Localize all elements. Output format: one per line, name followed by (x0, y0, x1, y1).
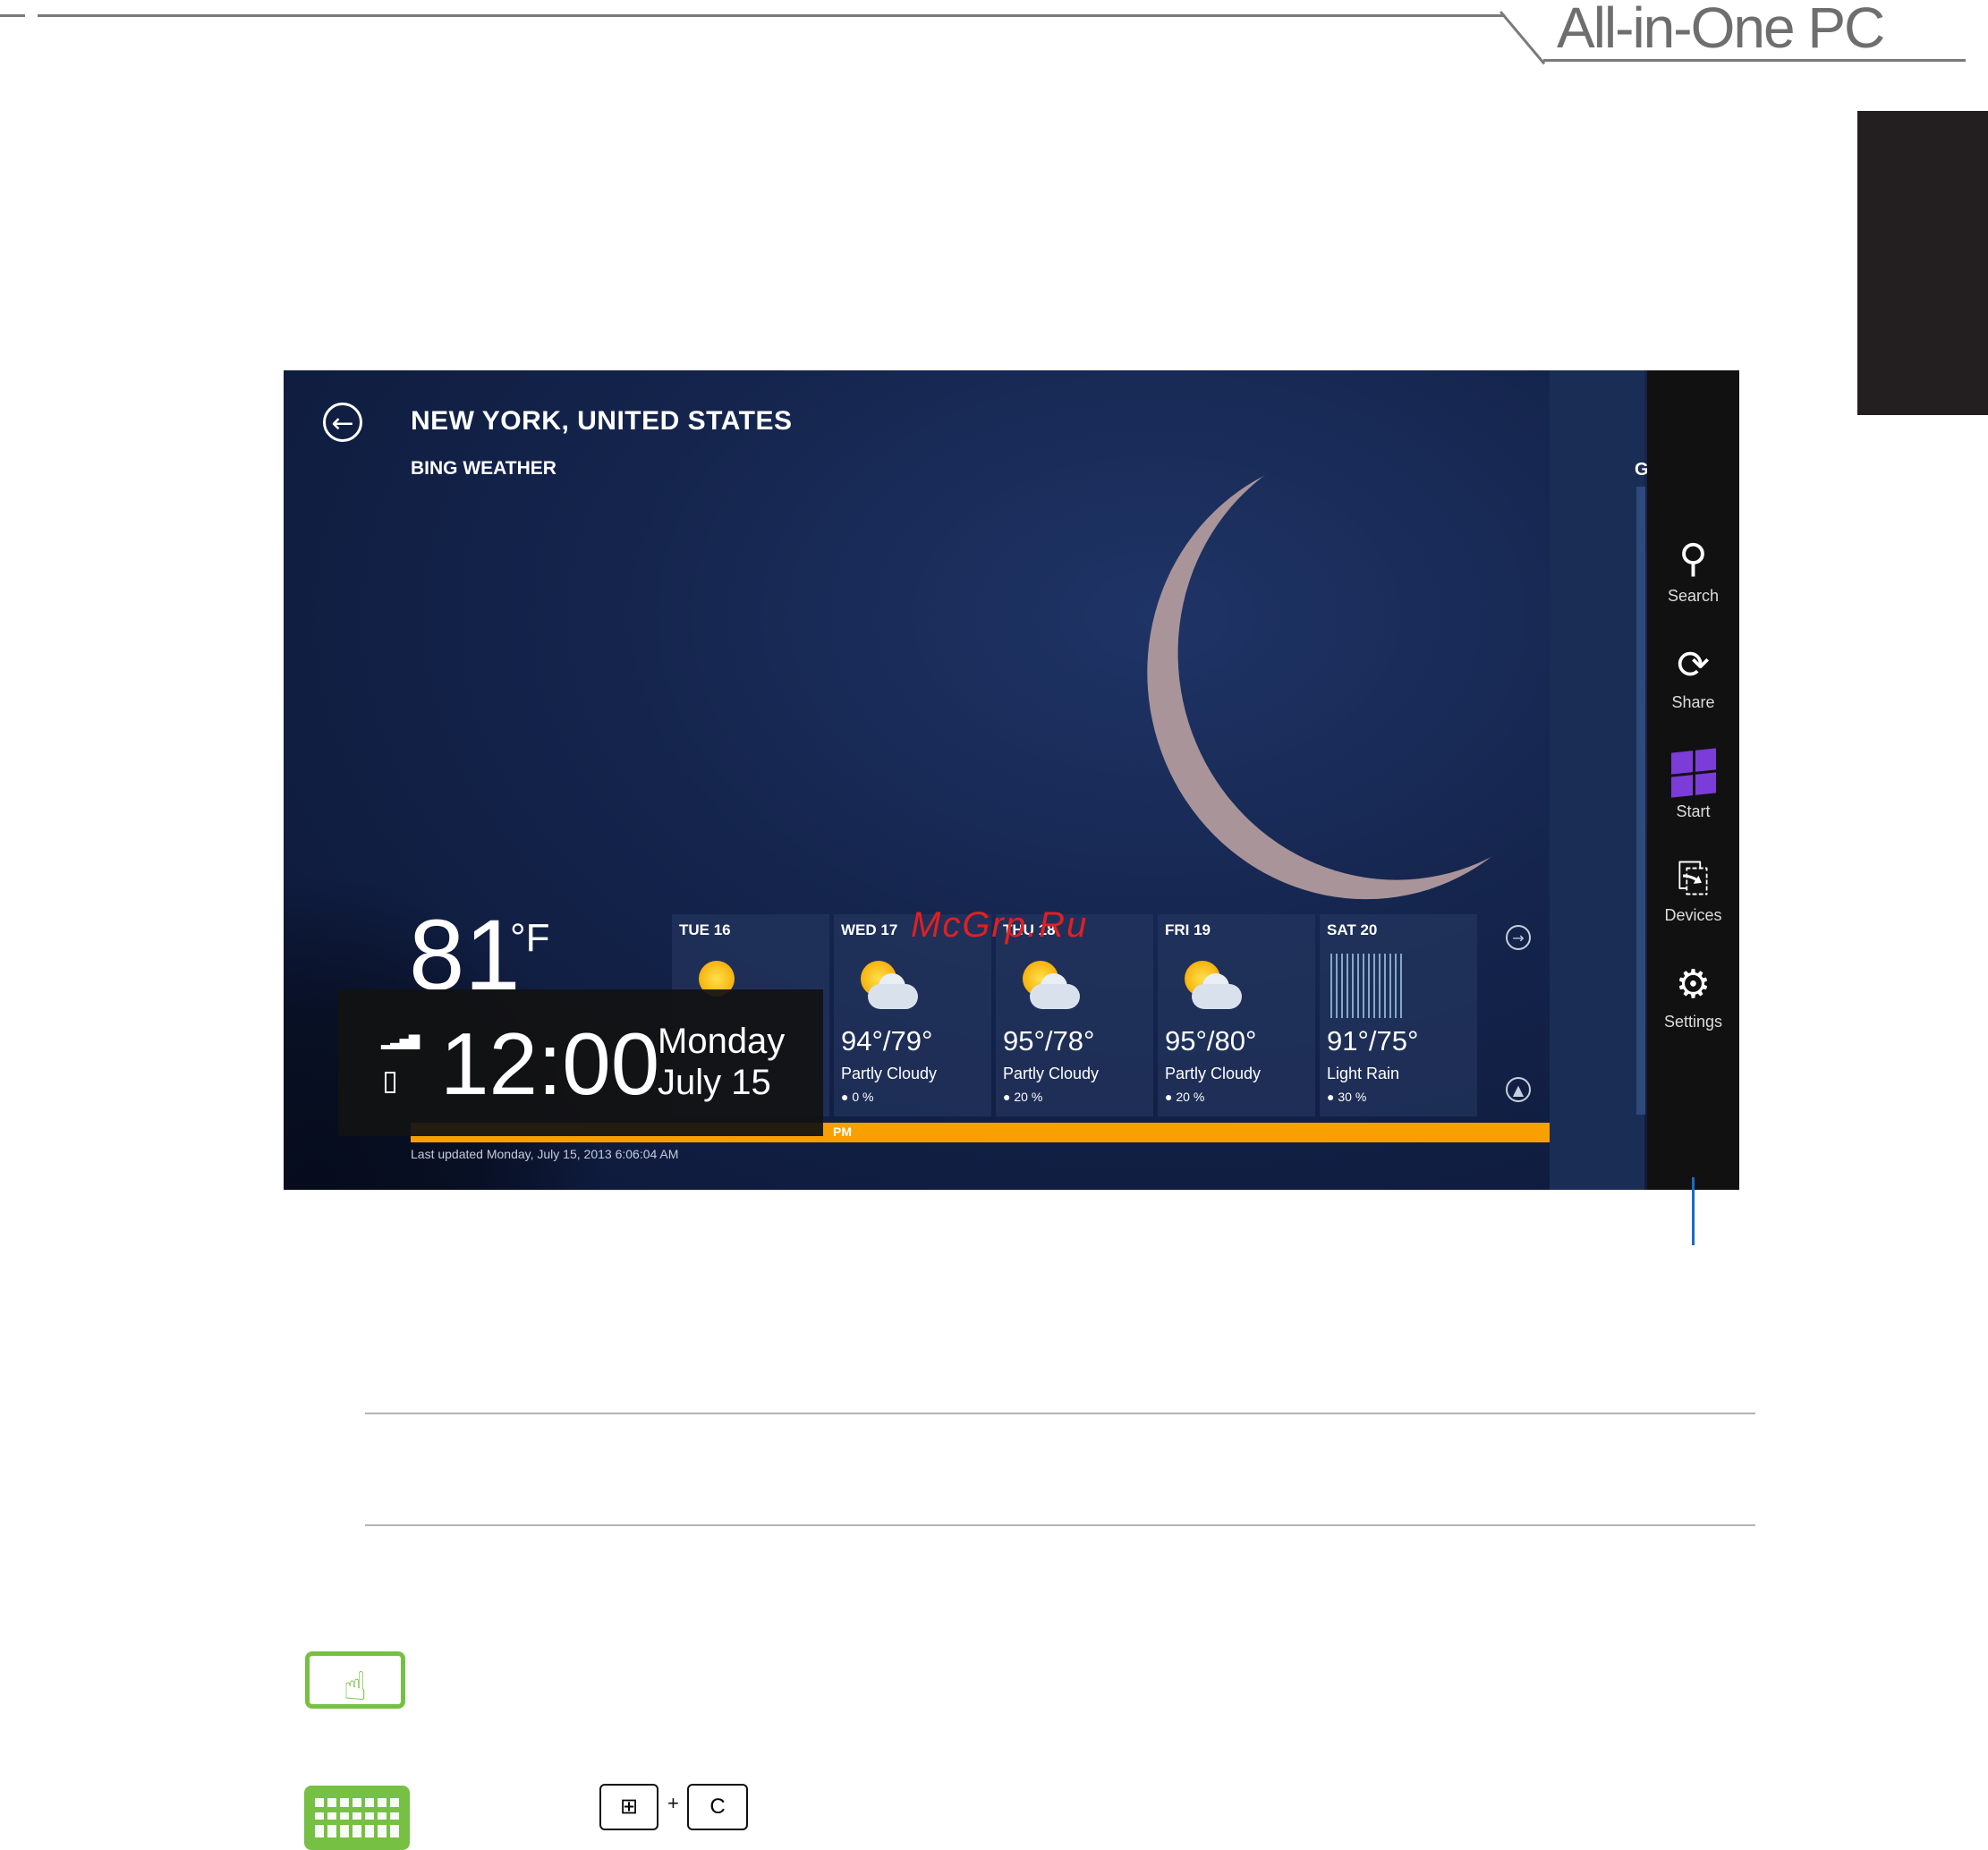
forecast-temps: 94°/79° (841, 1025, 933, 1057)
callout-line (1692, 1177, 1695, 1245)
forecast-condition: Partly Cloudy (841, 1065, 938, 1082)
back-arrow-icon[interactable]: ← (323, 403, 362, 442)
forecast-day-name: TUE 16 (679, 921, 731, 938)
charm-label: Start (1676, 802, 1711, 820)
charm-label: Devices (1664, 906, 1722, 924)
forecast-rain-chance: ● 30 % (1327, 1090, 1366, 1104)
forecast-rain-value: 20 % (1014, 1090, 1043, 1104)
key-plus: + (667, 1792, 679, 1814)
weather-app-screenshot: ← NEW YORK, UNITED STATES BING WEATHER 8… (284, 370, 1739, 1190)
forecast-condition: Partly Cloudy (1003, 1065, 1100, 1082)
clock-overlay: ▂▃▅▇ 12:00 Monday July 15 (338, 989, 823, 1136)
battery-icon (385, 1072, 395, 1093)
section-rule (365, 1413, 1755, 1414)
raindrop-icon: ● (841, 1090, 849, 1104)
clock-day: Monday (658, 1022, 786, 1061)
raindrop-icon: ● (1003, 1090, 1011, 1104)
header-rule-diagonal (1499, 11, 1546, 65)
touch-gesture-icon: ☝ (305, 1651, 405, 1710)
app-name: BING WEATHER (411, 458, 556, 479)
cloud-shape (1030, 984, 1080, 1009)
gear-icon: ⚙ (1675, 963, 1712, 1006)
signal-icon: ▂▃▅▇ (381, 1032, 420, 1049)
chapter-side-tab (1857, 111, 1988, 415)
expand-up-icon[interactable]: ▲ (1506, 1077, 1531, 1102)
forecast-temps: 95°/80° (1165, 1025, 1257, 1057)
watermark: McGrp.Ru (911, 905, 1089, 945)
charm-start[interactable]: Start (1647, 748, 1739, 821)
forecast-condition: Light Rain (1327, 1065, 1400, 1082)
cloud-shape (1192, 984, 1242, 1009)
charm-label: Settings (1663, 1013, 1723, 1031)
charm-label: Share (1671, 693, 1715, 711)
forecast-rain-value: 0 % (852, 1090, 874, 1104)
charm-share[interactable]: ⟳ Share (1647, 643, 1739, 712)
city-title: NEW YORK, UNITED STATES (411, 406, 793, 436)
manual-title: All-in-One PC (1557, 0, 1885, 60)
raindrop-icon: ● (1327, 1090, 1335, 1104)
light-rain-icon (1330, 954, 1402, 1018)
search-icon: ⚲ (1678, 537, 1708, 581)
clock-date: July 15 (658, 1063, 771, 1102)
forecast-day-name: SAT 20 (1327, 921, 1378, 938)
windows-logo-icon (1670, 748, 1716, 798)
forecast-rain-value: 20 % (1176, 1090, 1205, 1104)
keyboard-keys (315, 1798, 399, 1837)
last-updated-text: Last updated Monday, July 15, 2013 6:06:… (411, 1147, 679, 1161)
forecast-condition: Partly Cloudy (1165, 1065, 1262, 1082)
raindrop-icon: ● (1165, 1090, 1173, 1104)
forecast-rain-value: 30 % (1338, 1090, 1367, 1104)
forecast-rain-chance: ● 20 % (1003, 1090, 1042, 1104)
windows-key-icon: ⊞ (599, 1784, 658, 1830)
forecast-rain-chance: ● 20 % (1165, 1090, 1204, 1104)
forecast-day-card[interactable]: FRI 19 95°/80° Partly Cloudy ● 20 % (1158, 914, 1315, 1116)
keyboard-icon (304, 1786, 410, 1850)
forecast-day-card[interactable]: SAT 20 91°/75° Light Rain ● 30 % (1320, 914, 1477, 1116)
next-arrow-icon[interactable]: → (1506, 925, 1531, 950)
cloud-shape (868, 984, 918, 1009)
alert-bar-text: PM (833, 1124, 852, 1139)
forecast-day-name: WED 17 (841, 921, 898, 938)
next-section-panel (1550, 370, 1644, 1190)
charm-search[interactable]: ⚲ Search (1647, 537, 1739, 606)
forecast-rain-chance: ● 0 % (841, 1090, 873, 1104)
charm-settings[interactable]: ⚙ Settings (1647, 963, 1739, 1031)
panel-scrollbar[interactable] (1636, 487, 1645, 1115)
c-key: C (687, 1784, 748, 1830)
charm-label: Search (1667, 587, 1720, 605)
charms-bar: ⚲ Search ⟳ Share Start ⎘ Devices ⚙ Setti… (1647, 370, 1739, 1190)
forecast-temps: 91°/75° (1327, 1025, 1419, 1057)
clock-time: 12:00 (440, 1014, 660, 1113)
header-rule-left (0, 14, 25, 17)
forecast-temps: 95°/78° (1003, 1025, 1095, 1057)
section-rule (365, 1524, 1755, 1526)
devices-icon: ⎘ (1677, 856, 1710, 900)
forecast-day-name: FRI 19 (1165, 921, 1211, 938)
header-rule (38, 14, 1505, 17)
charm-devices[interactable]: ⎘ Devices (1647, 856, 1739, 925)
temperature-unit: °F (510, 916, 550, 960)
share-icon: ⟳ (1677, 643, 1710, 687)
